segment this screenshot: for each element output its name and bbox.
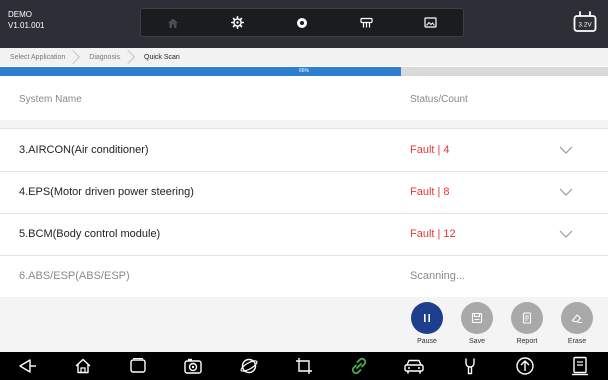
system-name: 6.ABS/ESP(ABS/ESP) — [19, 270, 130, 282]
nav-tools-button[interactable] — [442, 357, 497, 375]
table-header: System Name Status/Count — [0, 78, 608, 120]
save-icon — [471, 312, 483, 324]
home-icon — [75, 358, 91, 374]
version-info: DEMO V1.01.001 — [8, 9, 44, 31]
pause-button[interactable]: Pause — [402, 302, 452, 345]
report-label: Report — [516, 338, 538, 345]
system-name: 4.EPS(Motor driven power steering) — [19, 186, 194, 198]
report-icon — [522, 312, 532, 324]
save-button-circle — [461, 302, 493, 334]
toolbar-record-button[interactable] — [270, 9, 334, 36]
breadcrumb-quick-scan: Quick Scan — [144, 53, 180, 61]
system-row-bcm[interactable]: 5.BCM(Body control module) Fault | 12 — [0, 214, 608, 256]
breadcrumb-select-application[interactable]: Select Application — [0, 48, 75, 66]
car-icon — [404, 359, 425, 374]
toolbar-home-button[interactable] — [141, 9, 205, 36]
erase-icon — [571, 314, 582, 323]
toolbar — [140, 8, 464, 37]
pause-icon — [424, 314, 430, 322]
tools-icon — [465, 358, 475, 375]
save-label: Save — [469, 338, 485, 345]
erase-button-circle — [561, 302, 593, 334]
system-row-eps[interactable]: 4.EPS(Motor driven power steering) Fault… — [0, 172, 608, 214]
battery-indicator: 3.2V — [573, 9, 597, 40]
gear-icon — [231, 16, 245, 29]
back-icon — [18, 359, 36, 373]
top-bar: DEMO V1.01.001 3.2V — [0, 0, 608, 48]
report-button-circle — [511, 302, 543, 334]
report-button[interactable]: Report — [502, 302, 552, 345]
nav-back-button[interactable] — [0, 357, 55, 375]
document-icon — [572, 356, 589, 376]
system-list: 3.AIRCON(Air conditioner) Fault | 4 4.EP… — [0, 130, 608, 298]
breadcrumb-diagnosis[interactable]: Diagnosis — [75, 48, 130, 66]
system-status: Scanning... — [410, 270, 466, 282]
pause-button-circle — [411, 302, 443, 334]
app: DEMO V1.01.001 3.2V Select Application D… — [0, 0, 608, 380]
erase-label: Erase — [567, 338, 587, 345]
upload-icon — [516, 357, 534, 375]
pause-label: Pause — [417, 338, 437, 345]
nav-recent-apps-button[interactable] — [111, 357, 166, 375]
nav-browser-button[interactable] — [221, 357, 276, 375]
scan-progress-bar: 66% — [0, 67, 608, 76]
nav-link-button[interactable] — [332, 356, 387, 376]
camera-icon — [184, 358, 203, 374]
crop-icon — [295, 358, 312, 374]
system-name: 3.AIRCON(Air conditioner) — [19, 144, 149, 156]
progress-label: 66% — [298, 68, 309, 74]
toolbar-image-button[interactable] — [399, 9, 463, 36]
table-divider — [0, 120, 608, 129]
system-status: Fault | 12 — [410, 228, 456, 240]
recent-apps-icon — [130, 358, 146, 373]
nav-camera-button[interactable] — [166, 357, 221, 375]
image-icon — [424, 17, 437, 28]
nav-upload-button[interactable] — [497, 356, 552, 376]
battery-icon: 3.2V — [573, 11, 597, 32]
battery-voltage: 3.2V — [578, 22, 592, 29]
home-icon — [168, 18, 179, 28]
system-name: 5.BCM(Body control module) — [19, 228, 161, 240]
nav-home-button[interactable] — [55, 357, 110, 375]
browser-icon — [240, 358, 258, 374]
system-row-aircon[interactable]: 3.AIRCON(Air conditioner) Fault | 4 — [0, 130, 608, 172]
system-navigation-bar — [0, 352, 608, 380]
link-icon — [352, 357, 367, 375]
nav-document-button[interactable] — [553, 356, 608, 376]
save-button[interactable]: Save — [452, 302, 502, 345]
breadcrumb: Select Application Diagnosis Quick Scan — [0, 48, 608, 66]
app-version: V1.01.001 — [8, 21, 45, 30]
column-system-name: System Name — [19, 94, 82, 105]
system-status: Fault | 8 — [410, 186, 450, 198]
app-title: DEMO — [8, 10, 32, 19]
record-icon — [297, 17, 308, 28]
nav-crop-button[interactable] — [276, 357, 331, 375]
chevron-down-icon[interactable] — [558, 226, 574, 242]
nav-vehicle-button[interactable] — [387, 357, 442, 375]
chevron-down-icon[interactable] — [558, 142, 574, 158]
action-bar: Pause Save Report Erase — [0, 297, 608, 352]
vci-icon — [360, 17, 373, 27]
chevron-down-icon[interactable] — [558, 184, 574, 200]
erase-button[interactable]: Erase — [552, 302, 602, 345]
toolbar-settings-button[interactable] — [205, 9, 269, 36]
system-status: Fault | 4 — [410, 144, 450, 156]
toolbar-vci-button[interactable] — [334, 9, 398, 36]
column-status-count: Status/Count — [410, 94, 468, 105]
system-row-abs-esp: 6.ABS/ESP(ABS/ESP) Scanning... — [0, 256, 608, 298]
